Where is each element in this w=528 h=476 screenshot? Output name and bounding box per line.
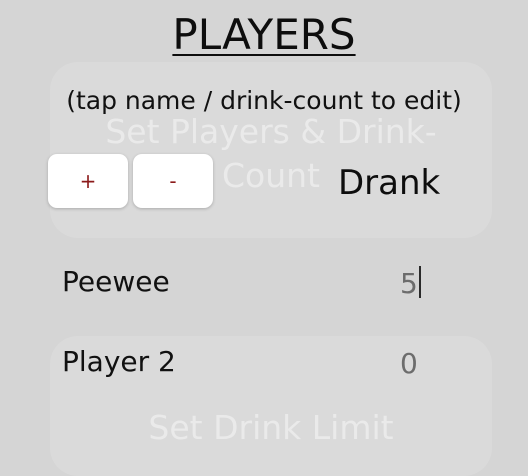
- player-drink-count-field[interactable]: 0: [400, 340, 418, 388]
- player-name-field[interactable]: Peewee: [62, 258, 170, 306]
- page-subtitle: (tap name / drink-count to edit): [66, 86, 462, 115]
- player-drink-count-value: 0: [400, 347, 418, 380]
- player-name-field[interactable]: Player 2: [62, 338, 176, 386]
- player-drink-count-field[interactable]: 5: [400, 260, 421, 308]
- text-cursor: [418, 266, 421, 298]
- add-player-button[interactable]: +: [48, 154, 128, 208]
- set-drink-limit-menu-label: Set Drink Limit: [148, 408, 394, 447]
- player-drink-count-value: 5: [400, 267, 418, 300]
- player-row: Player 2 0: [0, 338, 528, 386]
- page-title: PLAYERS: [172, 10, 356, 59]
- drank-column-header: Drank: [338, 163, 441, 203]
- remove-player-button[interactable]: -: [133, 154, 213, 208]
- player-row: Peewee 5: [0, 258, 528, 306]
